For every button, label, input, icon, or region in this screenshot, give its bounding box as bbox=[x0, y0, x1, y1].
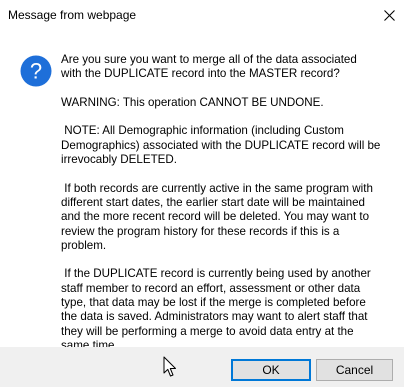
warning-paragraph: WARNING: This operation CANNOT BE UNDONE… bbox=[61, 95, 324, 109]
duplicate-in-use-paragraph: If the DUPLICATE record is currently bei… bbox=[61, 267, 371, 352]
window-title: Message from webpage bbox=[8, 8, 137, 22]
close-button[interactable] bbox=[374, 0, 404, 30]
note-paragraph: NOTE: All Demographic information (inclu… bbox=[61, 124, 381, 167]
message-body: Are you sure you want to merge all of th… bbox=[61, 53, 391, 368]
ok-button[interactable]: OK bbox=[231, 359, 311, 381]
mouse-cursor-icon bbox=[163, 356, 176, 377]
title-bar: Message from webpage bbox=[0, 0, 404, 30]
message-paragraph: Are you sure you want to merge all of th… bbox=[61, 53, 357, 81]
question-icon: ? bbox=[20, 55, 52, 87]
svg-text:?: ? bbox=[30, 59, 42, 84]
start-date-paragraph: If both records are currently active in … bbox=[61, 181, 373, 252]
cancel-button[interactable]: Cancel bbox=[316, 359, 393, 381]
close-icon bbox=[383, 9, 395, 21]
